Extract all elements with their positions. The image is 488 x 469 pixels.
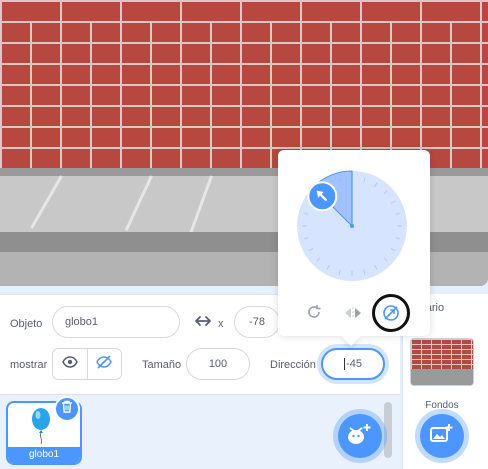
delete-sprite-button[interactable]	[54, 396, 80, 422]
choose-sprite-button[interactable]	[338, 414, 382, 458]
highlight-circle	[372, 294, 410, 332]
sprite-list-scrollbar[interactable]	[384, 402, 392, 458]
visibility-toggle	[52, 348, 122, 380]
x-value: -78	[249, 316, 265, 328]
size-label: Tamaño	[142, 359, 182, 371]
show-button[interactable]	[53, 349, 87, 379]
trash-icon	[61, 400, 73, 418]
x-arrows-icon	[194, 314, 212, 328]
size-field[interactable]: 100	[186, 348, 250, 380]
direction-dial-graphic	[297, 170, 407, 281]
thumbnail-ground	[411, 369, 473, 385]
text-caret	[344, 358, 346, 370]
sprite-name-value: globo1	[65, 316, 99, 328]
object-label: Objeto	[10, 318, 43, 330]
direction-field[interactable]: -45	[321, 348, 385, 380]
size-value: 100	[208, 358, 228, 370]
thumbnail-bricks	[411, 339, 473, 369]
show-label: mostrar	[10, 359, 48, 371]
dial-center	[350, 224, 354, 228]
sidewalk-crack	[30, 175, 63, 229]
hide-button[interactable]	[86, 349, 121, 379]
backdrops-label: Fondos	[425, 400, 459, 411]
x-field[interactable]: -78	[234, 306, 280, 338]
direction-label: Dirección	[270, 359, 316, 371]
direction-dial[interactable]	[296, 170, 408, 282]
sprite-thumbnail-label: globo1	[8, 447, 80, 463]
left-right-flip-icon[interactable]	[344, 306, 362, 324]
choose-backdrop-button[interactable]	[420, 414, 464, 458]
balloon-sprite-icon	[28, 407, 54, 450]
direction-value: -45	[346, 358, 362, 370]
x-label: x	[218, 318, 224, 330]
eye-icon	[61, 355, 78, 373]
all-around-rotate-icon[interactable]	[306, 304, 322, 325]
sidewalk-crack	[189, 175, 213, 233]
cat-add-icon	[347, 422, 373, 451]
sidewalk-crack	[124, 175, 153, 232]
scratch-editor: Objeto globo1 x -78 mostrar Tamaño 100 D…	[0, 0, 488, 469]
eye-slash-icon	[96, 354, 113, 374]
image-add-icon	[429, 422, 455, 451]
sprite-name-field[interactable]: globo1	[52, 306, 180, 338]
stage-thumbnail[interactable]	[410, 338, 474, 386]
